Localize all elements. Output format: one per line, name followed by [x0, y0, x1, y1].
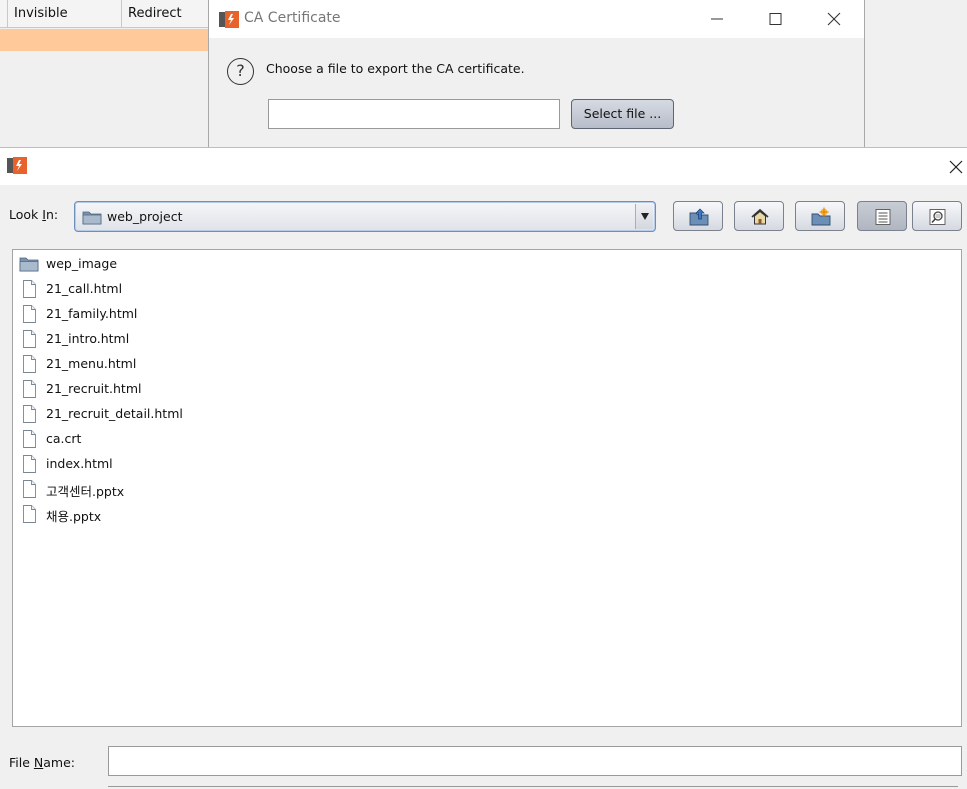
question-icon: ?	[227, 58, 254, 85]
table-header: Invisible Redirect	[0, 0, 210, 28]
file-name-text: 21_recruit_detail.html	[46, 406, 183, 421]
details-view-button[interactable]	[912, 201, 962, 231]
file-name-text: index.html	[46, 456, 113, 471]
file-name-text: 21_intro.html	[46, 331, 130, 346]
file-name-text: 21_family.html	[46, 306, 138, 321]
close-icon[interactable]	[822, 8, 846, 30]
ca-dialog-message: Choose a file to export the CA certifica…	[266, 61, 525, 76]
file-name-text: 채용.pptx	[46, 509, 102, 524]
file-icon	[19, 380, 39, 398]
file-icon	[19, 405, 39, 423]
file-name-text: 21_menu.html	[46, 356, 137, 371]
background-table: Invisible Redirect	[0, 0, 210, 150]
burp-logo-icon	[7, 157, 27, 174]
close-icon[interactable]	[944, 156, 967, 178]
file-icon	[19, 330, 39, 348]
table-column-header[interactable]	[0, 0, 8, 28]
file-chooser-body: Look In: web_project wep_image 21_call.h…	[0, 185, 967, 789]
minimize-icon[interactable]	[705, 8, 729, 30]
look-in-combobox[interactable]: web_project	[74, 201, 656, 232]
folder-up-icon	[689, 208, 709, 226]
file-chooser-dialog: Look In: web_project wep_image 21_call.h…	[0, 147, 967, 789]
folder-icon	[82, 211, 102, 225]
table-column-redirect[interactable]: Redirect	[122, 0, 210, 28]
table-column-invisible[interactable]: Invisible	[8, 0, 122, 28]
list-view-button[interactable]	[857, 201, 907, 231]
file-icon	[19, 280, 39, 298]
look-in-label: Look In:	[9, 207, 59, 222]
file-icon	[19, 305, 39, 323]
file-name-text: 21_call.html	[46, 281, 123, 296]
folder-icon	[19, 255, 39, 273]
file-name-label: File Name:	[9, 755, 75, 770]
file-icon	[19, 430, 39, 448]
burp-logo-icon	[219, 11, 239, 28]
home-icon	[751, 208, 769, 225]
new-folder-button[interactable]	[795, 201, 845, 231]
file-name-text: 고객센터.pptx	[46, 484, 125, 499]
table-row-selected[interactable]	[0, 29, 210, 51]
new-folder-icon	[811, 207, 831, 226]
list-view-icon	[875, 209, 891, 225]
file-chooser-titlebar	[0, 148, 967, 185]
home-button[interactable]	[734, 201, 784, 231]
up-one-level-button[interactable]	[673, 201, 723, 231]
chevron-down-icon	[640, 213, 649, 220]
file-name-text: ca.crt	[46, 431, 82, 446]
ca-file-path-input[interactable]	[268, 99, 560, 129]
maximize-icon[interactable]	[763, 8, 787, 30]
file-name-text: 21_recruit.html	[46, 381, 142, 396]
look-in-value: web_project	[107, 209, 183, 224]
ca-dialog-title: CA Certificate	[244, 10, 341, 26]
file-icon	[19, 480, 39, 498]
file-icon	[19, 355, 39, 373]
file-name-text: wep_image	[46, 256, 118, 271]
ca-certificate-dialog: CA Certificate ? Choose a file to export…	[208, 0, 865, 150]
file-name-input[interactable]	[108, 746, 962, 776]
look-in-dropdown-arrow[interactable]	[635, 204, 653, 229]
file-icon	[19, 505, 39, 523]
file-list[interactable]: wep_image 21_call.html 21_family.html 21_in…	[12, 249, 962, 727]
file-icon	[19, 455, 39, 473]
details-view-icon	[929, 209, 946, 225]
select-file-button[interactable]: Select file ...	[571, 99, 674, 129]
ca-dialog-titlebar: CA Certificate	[209, 0, 864, 38]
